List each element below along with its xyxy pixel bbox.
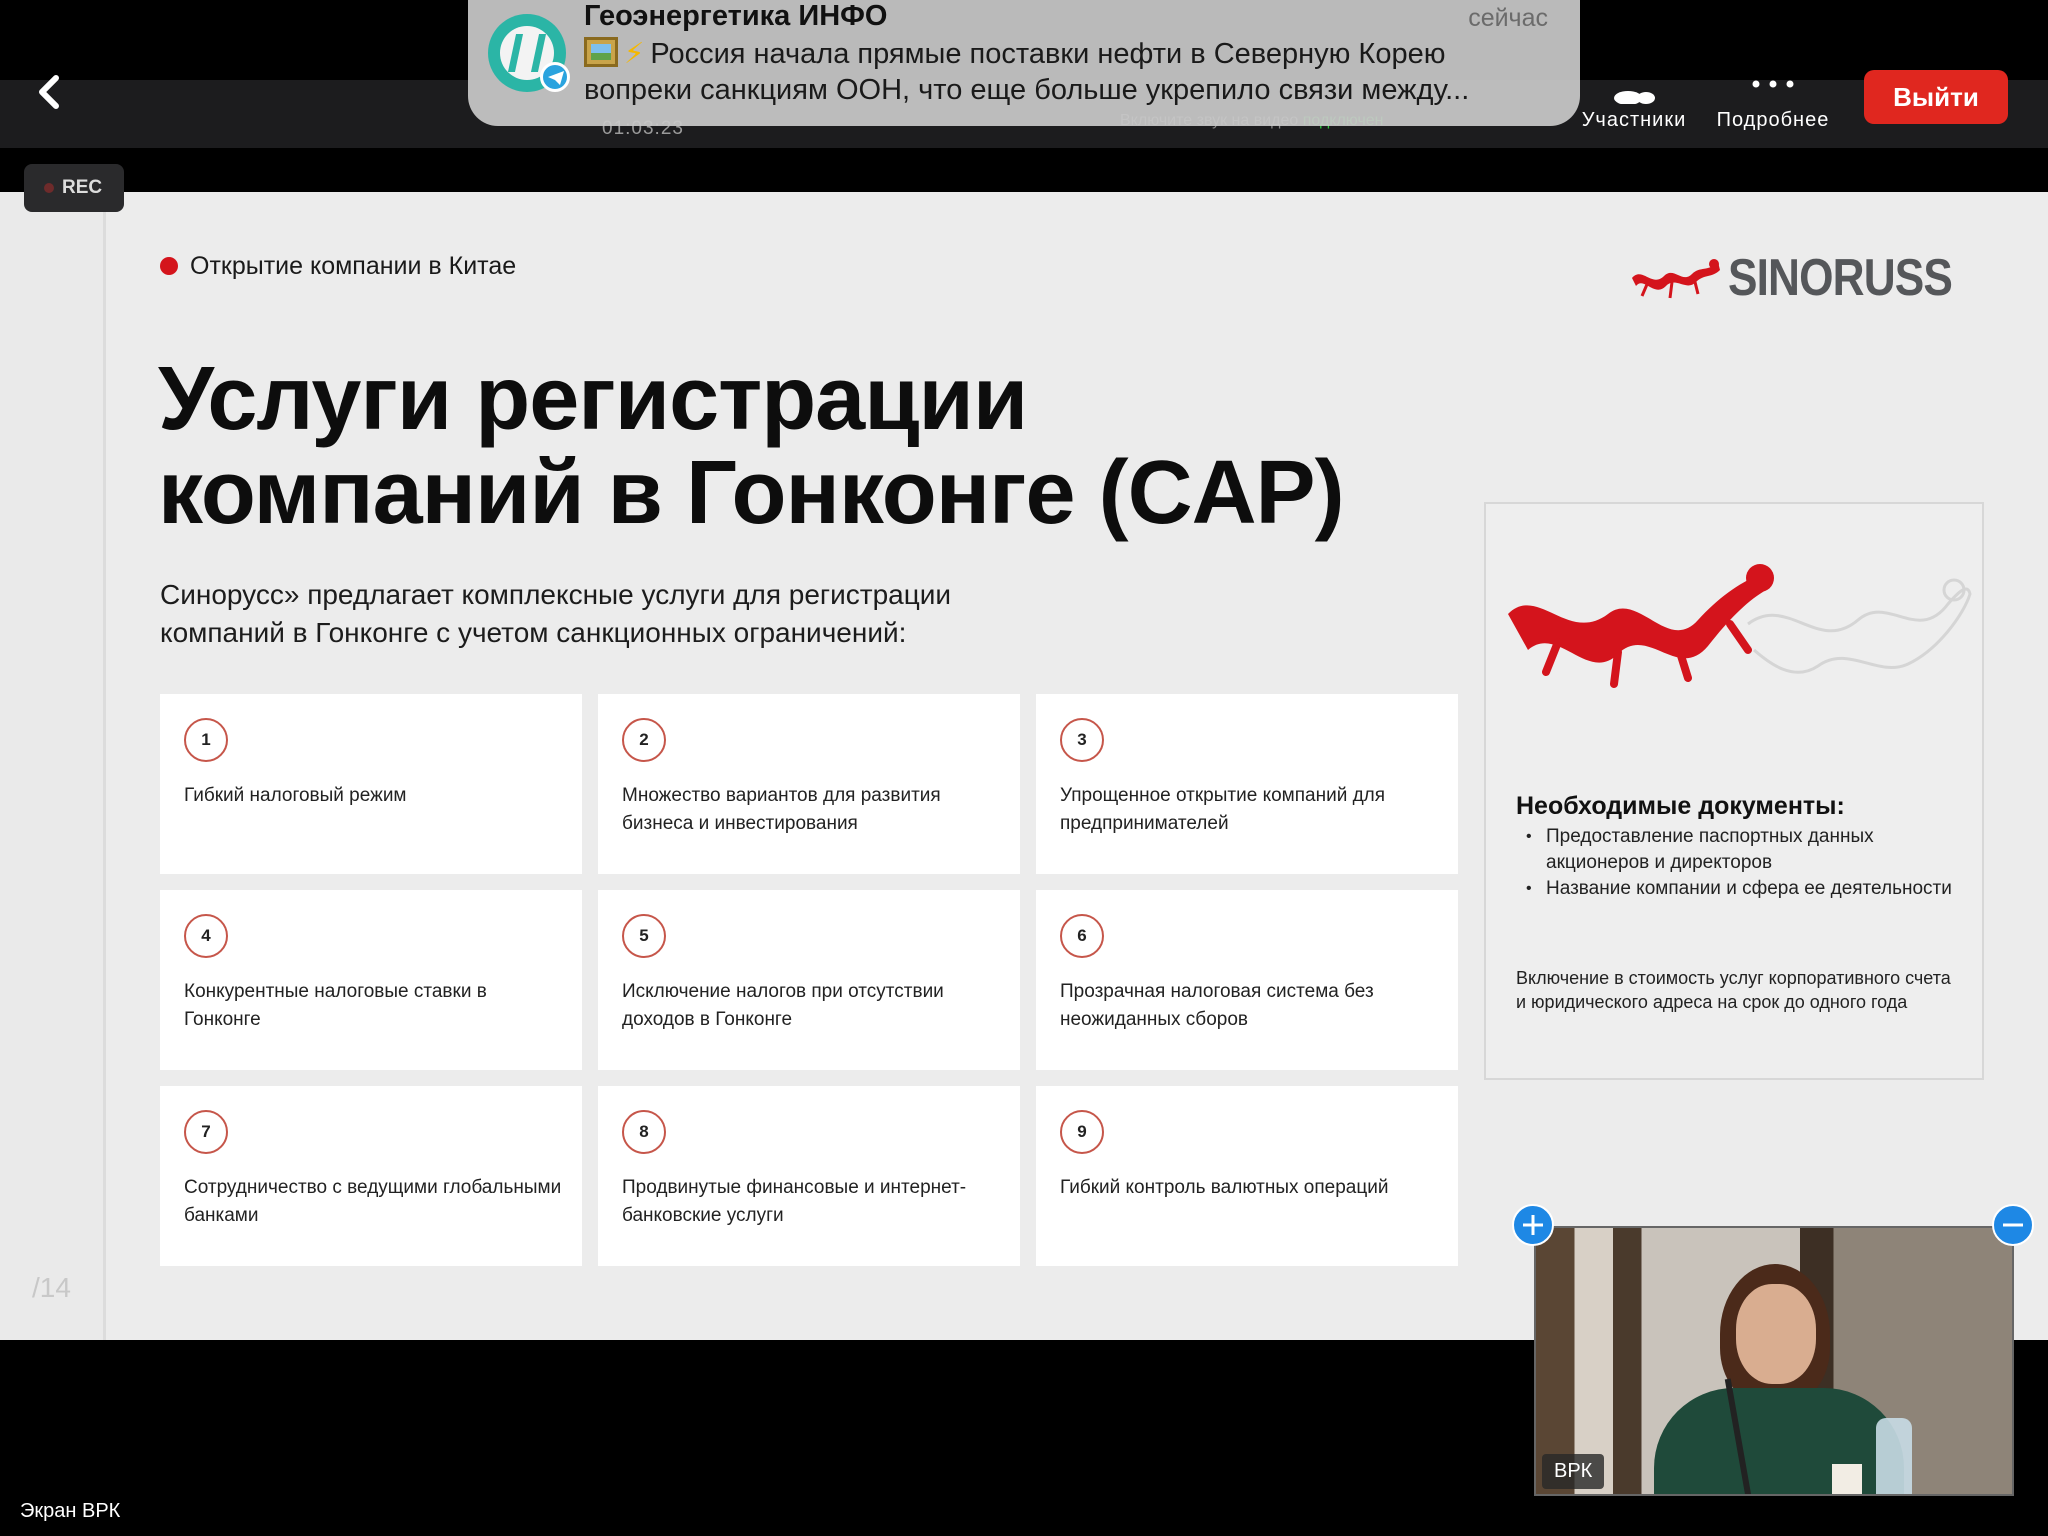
card-text: Продвинутые финансовые и интернет-банков… <box>622 1177 967 1226</box>
card-number-badge: 9 <box>1060 1110 1104 1154</box>
plus-icon <box>1523 1215 1543 1235</box>
card-number-badge: 7 <box>184 1110 228 1154</box>
benefit-card: 8 Продвинутые финансовые и интернет-банк… <box>598 1086 1020 1266</box>
card-text: Исключение налогов при отсутствии доходо… <box>622 981 944 1030</box>
docs-title: Необходимые документы: <box>1516 792 1845 820</box>
sinoruss-logo: SINORUSS <box>1628 248 1953 308</box>
lightning-emoji-icon: ⚡ <box>624 38 645 70</box>
benefit-card: 1 Гибкий налоговый режим <box>160 694 582 874</box>
heading-line-2: компаний в Гонконге (CAP) <box>158 443 1345 543</box>
participants-icon <box>1614 91 1655 104</box>
card-text: Гибкий налоговый режим <box>184 785 407 806</box>
notification-title: Геоэнергетика ИНФО <box>584 0 888 32</box>
docs-note: Включение в стоимость услуг корпоративно… <box>1516 968 1951 1012</box>
screen-share-label: Экран ВРК <box>20 1500 121 1522</box>
card-number-badge: 8 <box>622 1110 666 1154</box>
expand-tile-button[interactable] <box>1512 1204 1554 1246</box>
card-number-badge: 5 <box>622 914 666 958</box>
card-text: Упрощенное открытие компаний для предпри… <box>1060 785 1386 834</box>
benefit-card: 7 Сотрудничество с ведущими глобальными … <box>160 1086 582 1266</box>
dragon-illustration-icon <box>1508 564 1972 688</box>
card-text: Множество вариантов для развития бизнеса… <box>622 785 941 834</box>
section-tag: Открытие компании в Китае <box>160 252 516 281</box>
card-number-badge: 4 <box>184 914 228 958</box>
minus-icon <box>2003 1223 2023 1227</box>
card-text: Прозрачная налоговая система без неожида… <box>1060 981 1374 1030</box>
heading-line-1: Услуги регистрации <box>158 349 1028 449</box>
card-text: Сотрудничество с ведущими глобальными ба… <box>184 1177 562 1226</box>
participant-video-tile[interactable] <box>1534 1226 2014 1496</box>
participant-name-label: ВРК <box>1542 1454 1605 1489</box>
list-item: Название компании и сфера ее деятельност… <box>1516 876 1966 902</box>
more-button[interactable]: Подробнее <box>1708 80 1838 140</box>
notification-text: Россия начала прямые поставки нефти в Се… <box>584 38 1470 106</box>
more-dots-icon <box>1752 80 1794 88</box>
slide-heading: Услуги регистрации компаний в Гонконге (… <box>158 352 1458 540</box>
slide-page-number: /14 <box>32 1272 71 1303</box>
card-text: Конкурентные налоговые ставки в Гонконге <box>184 981 487 1030</box>
recording-badge: REC <box>24 164 124 212</box>
slide-intro: Синорусс» предлагает комплексные услуги … <box>160 579 952 648</box>
notification-time: сейчас <box>1468 4 1548 32</box>
minimize-tile-button[interactable] <box>1992 1204 2034 1246</box>
benefit-card: 6 Прозрачная налоговая система без неожи… <box>1036 890 1458 1070</box>
benefit-card: 2 Множество вариантов для развития бизне… <box>598 694 1020 874</box>
notification-body: ⚡ Россия начала прямые поставки нефти в С… <box>584 36 1554 108</box>
shared-screen-slide: /14 Открытие компании в Китае SINORUSS У… <box>0 192 2048 1340</box>
card-number-badge: 6 <box>1060 914 1104 958</box>
list-item: Предоставление паспортных данных акционе… <box>1516 824 1966 876</box>
card-text: Гибкий контроль валютных операций <box>1060 1177 1389 1198</box>
telegram-icon <box>540 62 570 92</box>
benefit-card: 5 Исключение налогов при отсутствии дохо… <box>598 890 1020 1070</box>
app-icon <box>488 14 570 92</box>
leave-button[interactable]: Выйти <box>1864 70 2008 124</box>
more-label: Подробнее <box>1716 109 1830 131</box>
back-button[interactable] <box>28 66 68 116</box>
benefit-card: 4 Конкурентные налоговые ставки в Гонкон… <box>160 890 582 1070</box>
slide-thumbnail-strip <box>0 192 106 1340</box>
picture-emoji-icon <box>584 37 618 67</box>
docs-list: Предоставление паспортных данных акционе… <box>1516 824 1966 902</box>
red-dot-icon <box>160 257 178 275</box>
participants-button[interactable]: Участники <box>1572 80 1696 140</box>
push-notification[interactable]: Геоэнергетика ИНФО сейчас ⚡ Россия начала… <box>468 0 1580 126</box>
chevron-left-icon <box>39 75 59 109</box>
dragon-logo-icon <box>1632 259 1720 299</box>
app-window: 01:03:23 Включите звук на видео подключе… <box>0 0 2048 1536</box>
participants-label: Участники <box>1581 109 1687 131</box>
rec-label: REC <box>62 177 103 198</box>
required-documents-panel: Необходимые документы: Предоставление па… <box>1484 502 1984 1080</box>
card-number-badge: 1 <box>184 718 228 762</box>
card-number-badge: 3 <box>1060 718 1104 762</box>
benefit-card: 3 Упрощенное открытие компаний для предп… <box>1036 694 1458 874</box>
logo-text: SINORUSS <box>1728 249 1953 307</box>
recording-dot-icon <box>44 183 54 193</box>
benefit-card: 9 Гибкий контроль валютных операций <box>1036 1086 1458 1266</box>
card-number-badge: 2 <box>622 718 666 762</box>
section-tag-text: Открытие компании в Китае <box>190 252 517 280</box>
